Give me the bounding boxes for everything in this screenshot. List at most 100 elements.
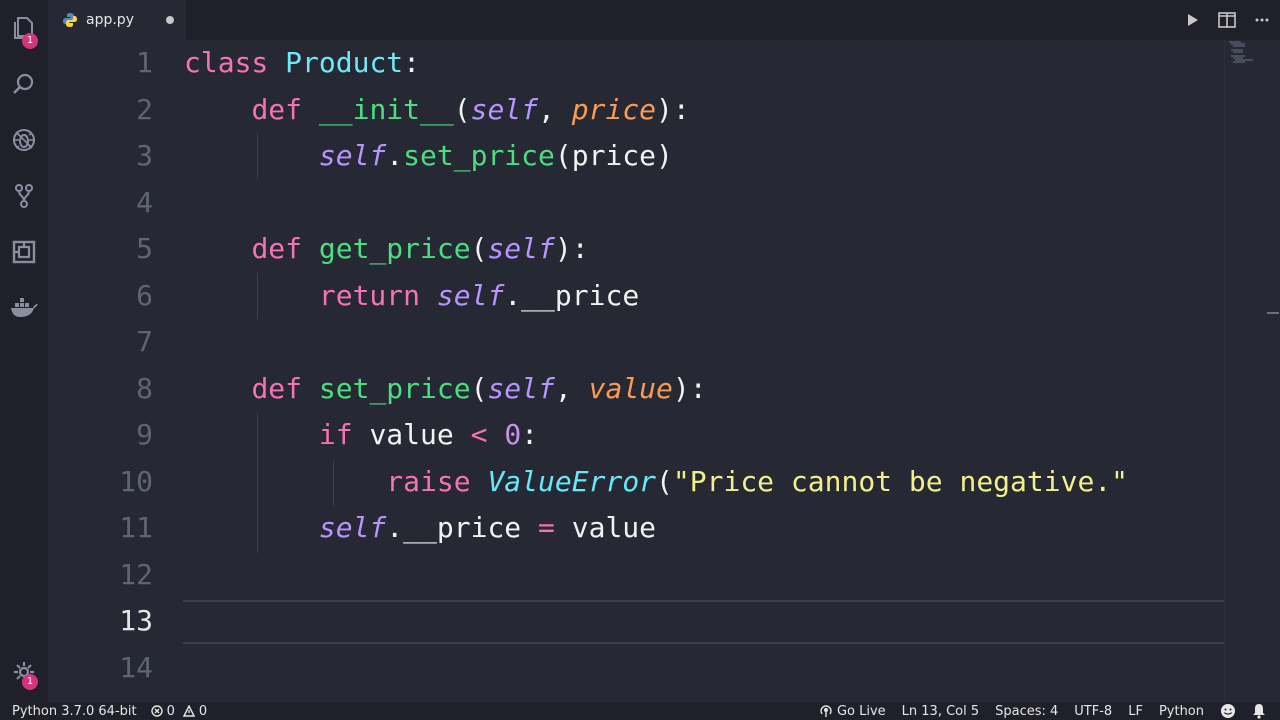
code-token: =: [538, 511, 572, 544]
broadcast-icon: [820, 705, 832, 717]
code-line[interactable]: 9 if value < 0:: [48, 412, 1224, 458]
code-token: Product: [285, 46, 404, 79]
code-line[interactable]: 10 raise ValueError("Price cannot be neg…: [48, 459, 1224, 505]
code-token: value: [588, 371, 673, 405]
code-line[interactable]: 3 self.set_price(price): [48, 133, 1224, 179]
line-number: 12: [119, 557, 153, 591]
problems-indicator[interactable]: 0 0: [150, 703, 207, 719]
debug-icon[interactable]: [8, 124, 40, 156]
source-control-icon[interactable]: [8, 180, 40, 212]
code-token: self: [470, 92, 539, 126]
code-line[interactable]: 5 def get_price(self):: [48, 226, 1224, 272]
line-number: 2: [136, 92, 153, 126]
go-live-label: Go Live: [836, 703, 886, 719]
line-number: 7: [136, 325, 153, 358]
go-live-button[interactable]: Go Live: [819, 704, 886, 719]
code-token: 0: [504, 418, 522, 451]
code-token: .: [386, 139, 404, 172]
code-line[interactable]: 11 self.__price = value: [48, 505, 1224, 551]
code-token: self: [436, 278, 505, 312]
code-token: (: [656, 464, 673, 498]
python-interpreter[interactable]: Python 3.7.0 64-bit: [12, 704, 137, 719]
code-token: class: [184, 46, 286, 79]
line-number: 10: [119, 464, 153, 498]
split-editor-icon[interactable]: [1218, 12, 1236, 28]
docker-icon[interactable]: [8, 292, 40, 324]
activity-bar: 1 1: [0, 0, 48, 702]
explorer-badge: 1: [22, 33, 38, 49]
code-token: set_price: [403, 139, 555, 172]
code-token: ):: [656, 92, 690, 126]
error-icon: [150, 705, 163, 717]
error-count: 0: [166, 703, 175, 719]
search-icon[interactable]: [8, 68, 40, 100]
code-line[interactable]: 1 class Product:: [48, 40, 1224, 86]
extensions-icon[interactable]: [8, 236, 40, 268]
code-token: if: [318, 418, 370, 451]
code-token: ,: [538, 92, 572, 126]
line-number: 6: [136, 278, 153, 312]
code-line[interactable]: 4: [48, 180, 1224, 226]
code-token: <: [470, 418, 505, 451]
code-token: get_price: [318, 232, 471, 265]
unsaved-dot-icon[interactable]: [166, 16, 174, 24]
code-line[interactable]: 13: [48, 598, 1224, 644]
code-token: raise: [386, 464, 488, 498]
tab-app-py[interactable]: app.py: [48, 0, 186, 40]
code-line[interactable]: 14: [48, 645, 1224, 691]
line-number: 1: [136, 46, 153, 79]
line-number: 4: [136, 185, 153, 219]
code-line[interactable]: 2 def __init__(self, price):: [48, 87, 1224, 133]
line-number: 3: [136, 139, 153, 172]
code-token: :: [521, 418, 539, 451]
code-line[interactable]: 12: [48, 552, 1224, 598]
tab-bar: app.py: [48, 0, 1280, 40]
line-number: 14: [119, 650, 153, 684]
run-icon[interactable]: [1184, 12, 1200, 28]
code-token: (: [470, 371, 488, 405]
status-bar: Python 3.7.0 64-bit 0 0 Go Live Ln 13, C…: [0, 702, 1280, 720]
end-of-line[interactable]: LF: [1128, 704, 1143, 719]
code-text: self.set_price(price): [184, 133, 673, 179]
scroll-position-marker: [1267, 312, 1279, 314]
more-actions-icon[interactable]: [1254, 12, 1270, 28]
code-text: class Product:: [184, 40, 420, 86]
indentation[interactable]: Spaces: 4: [995, 704, 1058, 719]
code-token: ,: [554, 371, 589, 405]
code-token: return: [318, 278, 437, 312]
minimap[interactable]: [1224, 40, 1280, 702]
code-token: def: [251, 371, 319, 405]
code-text: raise ValueError("Price cannot be negati…: [184, 459, 1128, 505]
line-number: 11: [119, 511, 153, 544]
code-token: ):: [554, 232, 589, 265]
code-line[interactable]: 6 return self.__price: [48, 273, 1224, 319]
code-token: "Price cannot be negative.": [672, 464, 1129, 498]
line-number: 13: [119, 604, 153, 637]
encoding[interactable]: UTF-8: [1074, 704, 1112, 719]
code-token: (price): [554, 139, 673, 172]
line-number: 8: [136, 371, 153, 405]
code-text: if value < 0:: [184, 412, 538, 458]
code-token: self: [318, 139, 387, 172]
code-editor[interactable]: 1 class Product: 2 def __init__(self, pric…: [48, 40, 1224, 702]
line-number: 9: [136, 418, 153, 451]
feedback-smiley-icon[interactable]: [1220, 703, 1236, 719]
notifications-bell-icon[interactable]: [1252, 703, 1266, 719]
language-mode[interactable]: Python: [1159, 704, 1204, 719]
code-token: .__price: [504, 278, 640, 312]
code-line[interactable]: 7: [48, 319, 1224, 365]
cursor-position[interactable]: Ln 13, Col 5: [902, 704, 979, 719]
code-text: self.__price = value: [184, 505, 656, 551]
code-text: def get_price(self):: [184, 226, 589, 272]
python-file-icon: [63, 13, 77, 27]
code-token: def: [251, 232, 319, 265]
code-line[interactable]: 8 def set_price(self, value):: [48, 366, 1224, 412]
code-text: return self.__price: [184, 273, 639, 319]
code-token: :: [403, 46, 421, 79]
code-token: .__price: [386, 511, 539, 544]
